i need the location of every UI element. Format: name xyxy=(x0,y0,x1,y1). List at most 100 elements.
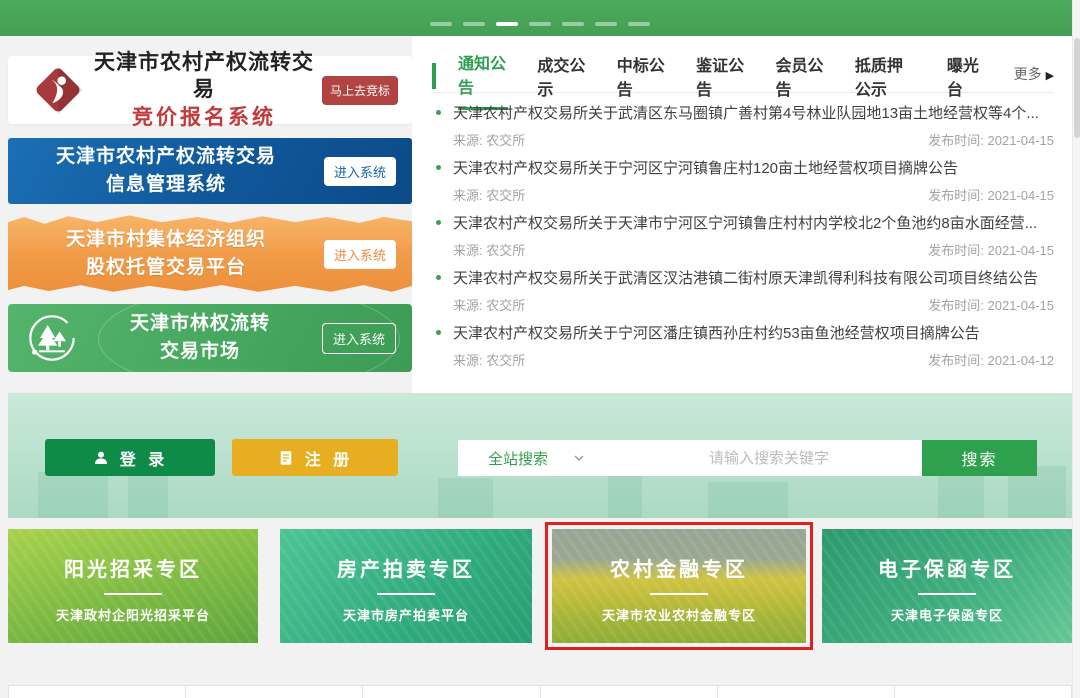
grid-cell xyxy=(8,685,185,698)
news-date: 发布时间: 2021-04-12 xyxy=(928,350,1054,369)
news-item: 天津农村产权交易所关于武清区东马圈镇广善村第4号林业队园地13亩土地经营权等4个… xyxy=(432,102,1054,157)
news-item: 天津农村产权交易所关于宁河区宁河镇鲁庄村120亩土地经营权项目摘牌公告 来源: … xyxy=(432,157,1054,212)
news-source: 来源: 农交所 xyxy=(453,240,525,259)
bullet-icon xyxy=(436,165,441,170)
equity-banner[interactable]: 天津市村集体经济组织 股权托管交易平台 进入系统 xyxy=(8,212,412,296)
bottom-grid-row xyxy=(8,685,1072,698)
forest-line1: 天津市林权流转 xyxy=(78,310,322,338)
document-icon xyxy=(277,449,295,467)
zone-divider xyxy=(650,593,708,595)
grid-cell xyxy=(185,685,362,698)
person-icon xyxy=(92,449,110,467)
zone-title: 房产拍卖专区 xyxy=(280,553,532,582)
news-title-link[interactable]: 天津农村产权交易所关于宁河区宁河镇鲁庄村120亩土地经营权项目摘牌公告 xyxy=(453,157,958,178)
more-link[interactable]: 更多 ▶ xyxy=(1014,64,1054,84)
zone-sunshine-procurement[interactable]: 阳光招采专区 天津政村企阳光招采平台 xyxy=(8,529,258,643)
zone-title: 电子保函专区 xyxy=(822,553,1072,582)
tab-accent-bar xyxy=(432,63,436,89)
bullet-icon xyxy=(436,330,441,335)
zone-title: 阳光招采专区 xyxy=(8,553,258,582)
tab-pledge[interactable]: 抵质押公示 xyxy=(855,52,918,109)
forest-market-banner[interactable]: 天津市林权流转 交易市场 进入系统 xyxy=(8,304,412,372)
info-system-line1: 天津市农村产权流转交易 xyxy=(8,143,324,171)
news-title-link[interactable]: 天津农村产权交易所关于宁河区潘庄镇西孙庄村约53亩鱼池经营权项目摘牌公告 xyxy=(453,322,980,343)
carousel-dots xyxy=(0,22,1080,26)
zone-subtitle: 天津市房产拍卖平台 xyxy=(280,605,532,624)
tab-authentication[interactable]: 鉴证公告 xyxy=(696,52,746,109)
search-input[interactable] xyxy=(606,440,922,476)
more-arrow-icon: ▶ xyxy=(1046,70,1054,82)
zone-subtitle: 天津市农业农村金融专区 xyxy=(552,605,806,624)
bullet-icon xyxy=(436,220,441,225)
tab-member[interactable]: 会员公告 xyxy=(776,52,826,109)
equity-line1: 天津市村集体经济组织 xyxy=(8,226,324,254)
news-tabbar: 通知公告 成交公示 中标公告 鉴证公告 会员公告 抵质押公示 曝光台 更多 ▶ xyxy=(432,60,1054,93)
grid-cell xyxy=(894,685,1072,698)
news-item: 天津农村产权交易所关于宁河区潘庄镇西孙庄村约53亩鱼池经营权项目摘牌公告 来源:… xyxy=(432,322,1054,377)
news-source: 来源: 农交所 xyxy=(453,185,525,204)
news-list: 天津农村产权交易所关于武清区东马圈镇广善村第4号林业队园地13亩土地经营权等4个… xyxy=(432,102,1054,377)
grid-cell xyxy=(540,685,717,698)
trees-circle-icon xyxy=(26,312,78,364)
zone-rural-finance[interactable]: 农村金融专区 天津市农业农村金融专区 xyxy=(552,529,806,643)
brand-logo-icon xyxy=(30,62,86,118)
tab-deal-publicity[interactable]: 成交公示 xyxy=(537,52,587,109)
go-bid-button[interactable]: 马上去竞标 xyxy=(322,76,398,105)
bullet-icon xyxy=(436,275,441,280)
info-system-banner[interactable]: 天津市农村产权流转交易 信息管理系统 进入系统 xyxy=(8,138,412,204)
news-source: 来源: 农交所 xyxy=(453,130,525,149)
page: 天津市农村产权流转交易 竞价报名系统 马上去竞标 天津市农村产权流转交易 信息管… xyxy=(0,0,1080,698)
carousel-dot[interactable] xyxy=(529,22,551,26)
brand-panel: 天津市农村产权流转交易 竞价报名系统 马上去竞标 xyxy=(8,56,412,124)
chevron-down-icon xyxy=(574,453,584,463)
carousel-dot[interactable] xyxy=(628,22,650,26)
bullet-icon xyxy=(436,110,441,115)
zone-divider xyxy=(104,593,162,595)
carousel-dot[interactable] xyxy=(430,22,452,26)
news-date: 发布时间: 2021-04-15 xyxy=(928,240,1054,259)
carousel-banner xyxy=(0,0,1080,36)
brand-subtitle: 竞价报名系统 xyxy=(86,104,322,131)
info-system-line2: 信息管理系统 xyxy=(8,171,324,199)
zone-divider xyxy=(918,593,976,595)
scrollbar-thumb[interactable] xyxy=(1074,38,1080,138)
zone-real-estate-auction[interactable]: 房产拍卖专区 天津市房产拍卖平台 xyxy=(280,529,532,643)
news-panel: 通知公告 成交公示 中标公告 鉴证公告 会员公告 抵质押公示 曝光台 更多 ▶ … xyxy=(412,36,1072,393)
search-scope-select[interactable]: 全站搜索 xyxy=(458,440,606,476)
tab-exposure[interactable]: 曝光台 xyxy=(947,52,985,109)
search-button[interactable]: 搜索 xyxy=(922,440,1037,476)
zone-subtitle: 天津电子保函专区 xyxy=(822,605,1072,624)
carousel-dot[interactable] xyxy=(562,22,584,26)
news-source: 来源: 农交所 xyxy=(453,350,525,369)
news-title-link[interactable]: 天津农村产权交易所关于天津市宁河区宁河镇鲁庄村村内学校北2个鱼池约8亩水面经营.… xyxy=(453,212,1037,233)
zone-title: 农村金融专区 xyxy=(552,553,806,582)
news-date: 发布时间: 2021-04-15 xyxy=(928,295,1054,314)
news-source: 来源: 农交所 xyxy=(453,295,525,314)
tab-notice[interactable]: 通知公告 xyxy=(458,50,508,110)
forest-line2: 交易市场 xyxy=(78,338,322,366)
grid-cell xyxy=(717,685,894,698)
login-button[interactable]: 登 录 xyxy=(45,439,215,476)
search-box: 全站搜索 搜索 xyxy=(458,440,1037,476)
news-item: 天津农村产权交易所关于武清区汊沽港镇二街村原天津凯得利科技有限公司项目终结公告 … xyxy=(432,267,1054,322)
news-date: 发布时间: 2021-04-15 xyxy=(928,130,1054,149)
news-title-link[interactable]: 天津农村产权交易所关于武清区东马圈镇广善村第4号林业队园地13亩土地经营权等4个… xyxy=(453,102,1039,123)
scrollbar[interactable] xyxy=(1072,0,1080,698)
brand-title: 天津市农村产权流转交易 xyxy=(86,49,322,104)
equity-enter-button[interactable]: 进入系统 xyxy=(324,240,396,269)
carousel-dot[interactable] xyxy=(595,22,617,26)
news-title-link[interactable]: 天津农村产权交易所关于武清区汊沽港镇二街村原天津凯得利科技有限公司项目终结公告 xyxy=(453,267,1038,288)
carousel-dot[interactable] xyxy=(463,22,485,26)
carousel-dot-active[interactable] xyxy=(496,22,518,26)
register-button[interactable]: 注 册 xyxy=(232,439,398,476)
info-system-enter-button[interactable]: 进入系统 xyxy=(324,157,396,186)
zone-subtitle: 天津政村企阳光招采平台 xyxy=(8,605,258,624)
tab-winning-bid[interactable]: 中标公告 xyxy=(617,52,667,109)
forest-enter-button[interactable]: 进入系统 xyxy=(322,323,396,354)
grid-cell xyxy=(362,685,539,698)
news-item: 天津农村产权交易所关于天津市宁河区宁河镇鲁庄村村内学校北2个鱼池约8亩水面经营.… xyxy=(432,212,1054,267)
equity-line2: 股权托管交易平台 xyxy=(8,254,324,282)
zone-divider xyxy=(377,593,435,595)
news-date: 发布时间: 2021-04-15 xyxy=(928,185,1054,204)
zone-electronic-guarantee[interactable]: 电子保函专区 天津电子保函专区 xyxy=(822,529,1072,643)
